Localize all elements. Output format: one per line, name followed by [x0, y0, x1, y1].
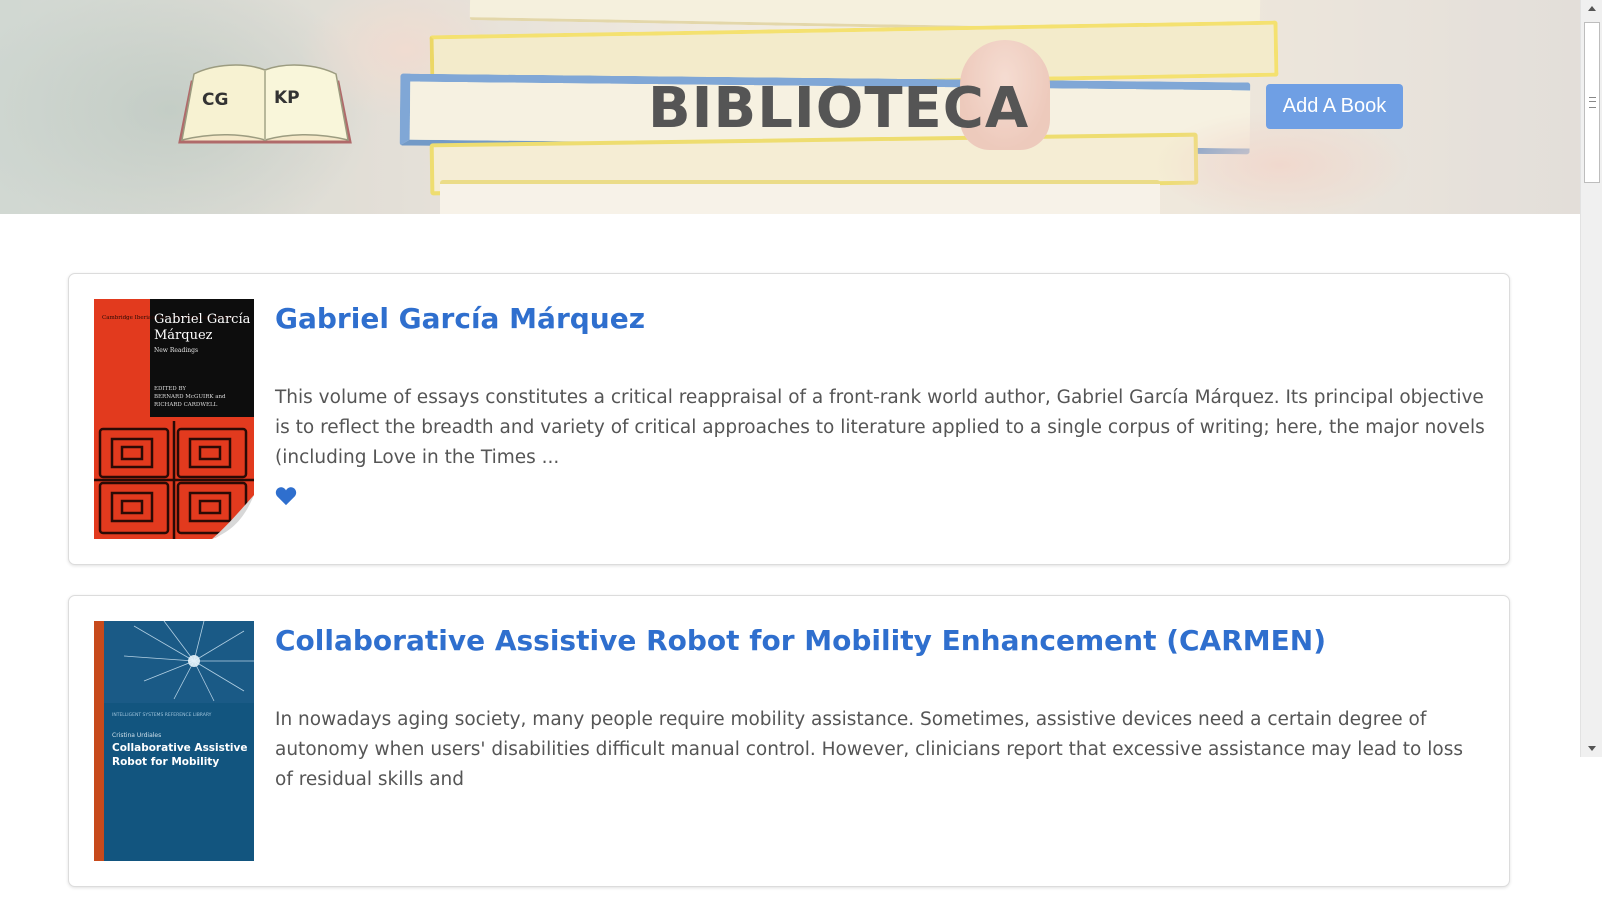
header-banner: CG KP BIBLIOTECA Add A Book: [0, 0, 1580, 214]
book-description: This volume of essays constitutes a crit…: [275, 387, 1485, 468]
scrollbar-thumb[interactable]: [1584, 22, 1600, 183]
book-description: In nowadays aging society, many people r…: [275, 709, 1463, 790]
book-card: INTELLIGENT SYSTEMS REFERENCE LIBRARY Cr…: [68, 595, 1510, 887]
svg-text:KP: KP: [274, 88, 300, 108]
library-logo[interactable]: CG KP: [174, 62, 356, 146]
vertical-scrollbar[interactable]: [1580, 0, 1602, 757]
book-cover[interactable]: Cambridge Iberian and Latin American Stu…: [94, 299, 254, 539]
site-title: BIBLIOTECA: [648, 76, 1030, 141]
scroll-up-arrow-icon[interactable]: [1581, 0, 1602, 18]
svg-text:Gabriel García: Gabriel García: [154, 312, 251, 327]
book-card: Cambridge Iberian and Latin American Stu…: [68, 273, 1510, 565]
svg-text:BERNARD McGUIRK and: BERNARD McGUIRK and: [154, 394, 226, 400]
scroll-down-arrow-icon[interactable]: [1581, 739, 1602, 757]
svg-text:EDITED BY: EDITED BY: [154, 386, 186, 392]
svg-text:Robot for Mobility: Robot for Mobility: [112, 756, 219, 768]
svg-text:Cristina Urdiales: Cristina Urdiales: [112, 732, 161, 739]
book-title[interactable]: Gabriel García Márquez: [275, 302, 645, 335]
svg-text:RICHARD CARDWELL: RICHARD CARDWELL: [154, 402, 218, 408]
svg-text:Collaborative Assistive: Collaborative Assistive: [112, 742, 248, 754]
svg-text:Márquez: Márquez: [154, 328, 213, 343]
add-book-button[interactable]: Add A Book: [1266, 84, 1403, 129]
svg-text:New Readings: New Readings: [154, 347, 198, 354]
heart-icon[interactable]: [275, 486, 297, 506]
book-list: Cambridge Iberian and Latin American Stu…: [68, 273, 1510, 917]
book-cover[interactable]: INTELLIGENT SYSTEMS REFERENCE LIBRARY Cr…: [94, 621, 254, 861]
book-title[interactable]: Collaborative Assistive Robot for Mobili…: [275, 624, 1326, 657]
svg-text:INTELLIGENT SYSTEMS REFERENCE: INTELLIGENT SYSTEMS REFERENCE LIBRARY: [112, 712, 212, 718]
svg-text:CG: CG: [202, 90, 228, 110]
